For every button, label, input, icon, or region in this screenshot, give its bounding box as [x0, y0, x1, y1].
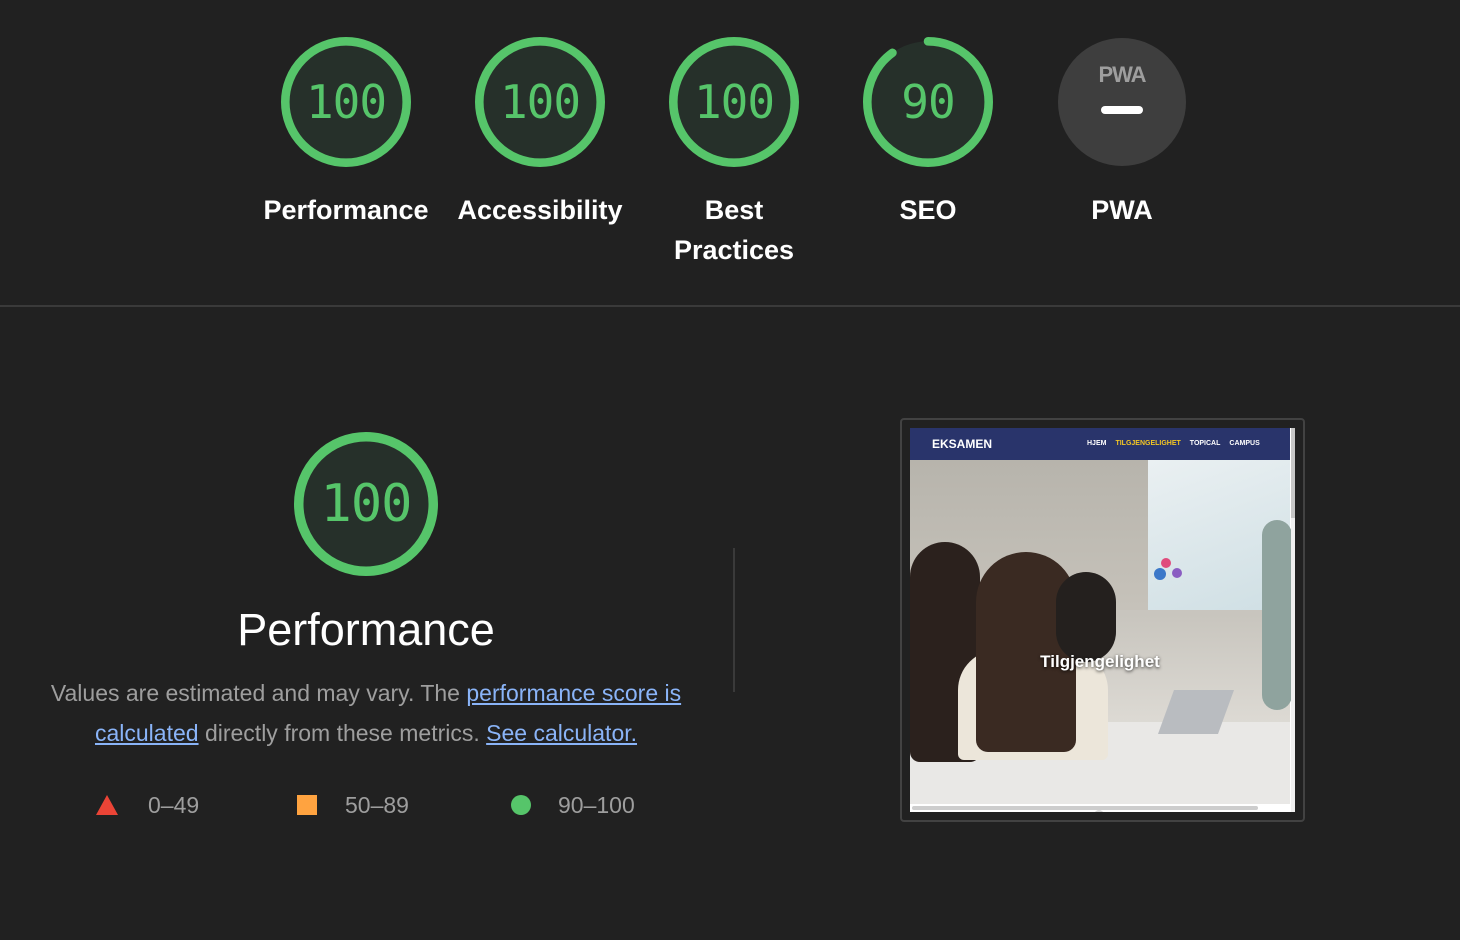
screenshot-nav-item: TOPICAL — [1189, 440, 1221, 447]
score-gauges-row: 100 Performance 100 Accessibility 100 Be… — [0, 0, 1460, 306]
photo-detail — [1172, 568, 1182, 578]
section-divider — [0, 305, 1460, 307]
screenshot-scrollbar-thumb — [1291, 428, 1295, 518]
description-text: Values are estimated and may vary. The — [50, 680, 467, 706]
screenshot-hero-caption: Tilgjengelighet — [1040, 652, 1160, 671]
gauge-label: Performance — [263, 195, 429, 225]
category-score: 100 — [320, 474, 413, 534]
pwa-logo-icon: PWA — [1098, 62, 1146, 87]
see-calculator-link[interactable]: See calculator. — [486, 720, 637, 746]
not-applicable-dash-icon — [1101, 106, 1143, 114]
legend-range: 90–100 — [558, 791, 635, 818]
orange-square-icon — [297, 795, 317, 815]
gauge-ring: 100 — [474, 36, 606, 168]
pwa-badge: PWA — [1058, 38, 1186, 166]
screenshot-nav-item: HJEM — [1087, 440, 1107, 447]
score-scale-legend: 0–49 50–89 90–100 — [96, 789, 696, 821]
legend-item-average: 50–89 — [297, 789, 409, 821]
legend-range: 0–49 — [148, 791, 200, 818]
gauge-ring: 90 — [862, 36, 994, 168]
category-title: Performance — [237, 604, 495, 655]
screenshot-nav-item-active: TILGJENGELIGHET — [1115, 440, 1181, 447]
legend-range: 50–89 — [345, 791, 409, 818]
screenshot-nav-item: CAMPUS — [1229, 440, 1260, 447]
gauge-ring: 100 — [668, 36, 800, 168]
screenshot-navbar: EKSAMEN HJEM TILGJENGELIGHET TOPICAL CAMPUS — [910, 428, 1290, 460]
legend-item-fail: 0–49 — [96, 789, 199, 821]
gauge-accessibility[interactable]: 100 Accessibility — [445, 36, 635, 230]
screenshot-nav-links: HJEM TILGJENGELIGHET TOPICAL CAMPUS — [1087, 440, 1269, 447]
photo-chair — [1262, 520, 1292, 710]
green-circle-icon — [511, 795, 531, 815]
category-description: Values are estimated and may vary. The p… — [36, 673, 696, 753]
gauge-seo[interactable]: 90 SEO — [833, 36, 1023, 230]
gauge-score: 100 — [499, 75, 581, 129]
gauge-score: 100 — [305, 75, 387, 129]
gauge-label: SEO — [899, 195, 957, 225]
photo-detail — [1161, 558, 1171, 568]
gauge-label: Accessibility — [457, 195, 623, 225]
gauge-score: 90 — [901, 75, 955, 129]
legend-item-pass: 90–100 — [511, 789, 635, 821]
gauge-score: 100 — [693, 75, 775, 129]
photo-detail — [1154, 568, 1166, 580]
description-text: directly from these metrics. — [198, 720, 487, 746]
screenshot-horizontal-scrollbar — [912, 806, 1258, 810]
category-gauge-performance: 100 — [293, 431, 439, 577]
final-screenshot: EKSAMEN HJEM TILGJENGELIGHET TOPICAL CAMPUS… — [910, 428, 1295, 812]
red-triangle-icon — [96, 795, 118, 815]
screenshot-hero-photo: Tilgjengelighet — [910, 460, 1292, 812]
gauge-performance[interactable]: 100 Performance — [251, 36, 441, 230]
vertical-divider — [733, 548, 735, 692]
gauge-best-practices[interactable]: 100 Best Practices — [639, 36, 829, 270]
screenshot-brand: EKSAMEN — [932, 437, 993, 451]
photo-person — [1056, 572, 1116, 662]
gauge-ring: 100 — [280, 36, 412, 168]
final-screenshot-frame[interactable]: EKSAMEN HJEM TILGJENGELIGHET TOPICAL CAMPUS… — [900, 418, 1305, 822]
gauge-label: Best Practices — [673, 195, 795, 265]
gauge-label: PWA — [1091, 195, 1153, 225]
gauge-pwa[interactable]: PWA PWA — [1027, 36, 1217, 230]
